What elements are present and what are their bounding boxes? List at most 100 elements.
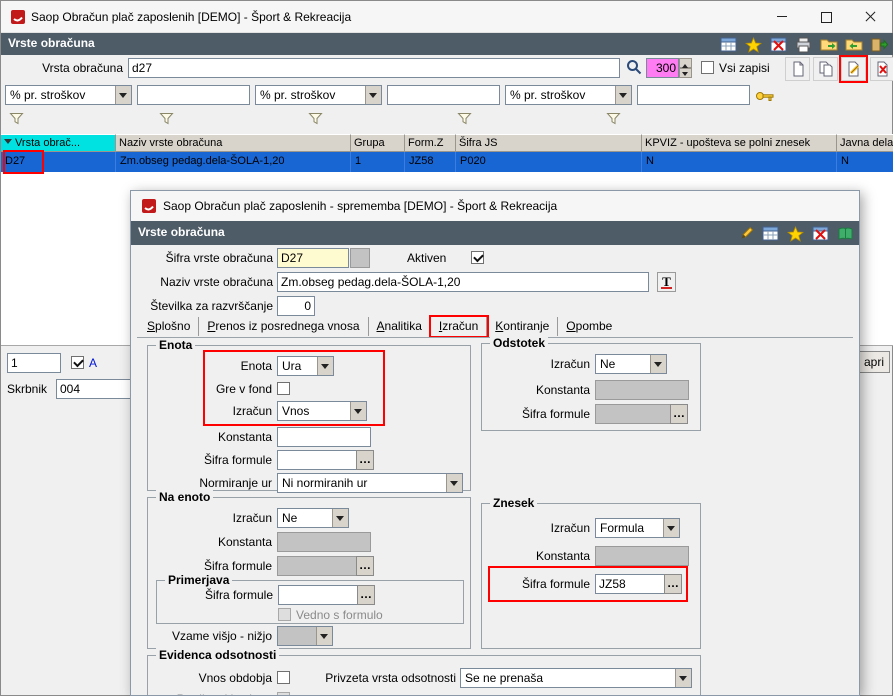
privzeta-label: Privzeta vrsta odsotnosti (325, 671, 456, 685)
chevron-down-icon[interactable] (446, 474, 462, 492)
printer-icon[interactable] (794, 35, 813, 54)
search-input[interactable] (128, 58, 620, 78)
odstotek-izracun-select[interactable]: Ne (595, 354, 667, 374)
na-enoto-izracun-select[interactable]: Ne (277, 508, 349, 528)
vedno-s-formulo-checkbox (278, 608, 291, 621)
chevron-down-icon[interactable] (675, 669, 691, 687)
edit-record-button[interactable] (841, 57, 866, 81)
exit-icon[interactable] (869, 35, 888, 54)
active-filter-checkbox[interactable] (71, 356, 84, 369)
column-header-kpviz[interactable]: KPVIZ - upošteva se polni znesek (642, 134, 837, 152)
filter-field-select-2[interactable]: % pr. stroškov (255, 85, 382, 105)
filter-funnel-icon[interactable] (308, 111, 323, 131)
column-header-javna-dela[interactable]: Javna dela (837, 134, 893, 152)
column-header-naziv[interactable]: Naziv vrste obračuna (116, 134, 351, 152)
filter-value-input-1[interactable] (137, 85, 250, 105)
owner-input[interactable] (56, 379, 134, 399)
privzeta-select[interactable]: Se ne prenaša (460, 668, 692, 688)
filter-funnel-icon[interactable] (9, 111, 24, 131)
chevron-down-icon[interactable] (615, 86, 631, 104)
primerjava-formula-input[interactable] (278, 585, 358, 605)
enota-konstanta-input[interactable] (277, 427, 371, 447)
na-enoto-formula-browse-button[interactable]: … (356, 556, 374, 576)
filter-field-select-1[interactable]: % pr. stroškov (5, 85, 132, 105)
chevron-down-icon[interactable] (115, 86, 131, 104)
name-input[interactable] (277, 272, 649, 292)
predlagaj-label: Predlagaj iz plana (156, 689, 272, 695)
enota-izracun-select[interactable]: Vnos (277, 401, 367, 421)
primerjava-formula-label: Šifra formule (204, 588, 273, 602)
spin-up-icon[interactable] (679, 58, 692, 68)
font-underline-icon (661, 287, 672, 289)
enota-formula-browse-button[interactable]: … (356, 450, 374, 470)
star-icon[interactable] (786, 224, 805, 243)
record-count-input[interactable] (7, 353, 61, 373)
chevron-down-icon[interactable] (650, 355, 666, 373)
code-input[interactable] (277, 248, 349, 268)
column-header-vrsta[interactable]: Vrsta obrač... (1, 134, 116, 152)
vnos-obdobja-label: Vnos obdobja (198, 671, 272, 685)
tab-splosno[interactable]: Splošno (139, 317, 200, 336)
tab-izracun[interactable]: Izračun (431, 317, 488, 336)
window-controls (760, 1, 892, 31)
folder-send-icon[interactable] (844, 35, 863, 54)
column-header-sifrajs[interactable]: Šifra JS (456, 134, 642, 152)
enota-formula-input[interactable] (277, 450, 357, 470)
filter-funnel-icon[interactable] (457, 111, 472, 131)
key-icon[interactable] (755, 89, 776, 108)
filter-field-select-3[interactable]: % pr. stroškov (505, 85, 632, 105)
edit-pencil-icon[interactable] (736, 224, 755, 243)
normiranje-select[interactable]: Ni normiranih ur (277, 473, 463, 493)
search-icon[interactable] (625, 58, 643, 81)
sort-descending-icon (4, 138, 12, 148)
all-records-checkbox[interactable] (701, 61, 714, 74)
font-button[interactable]: T (657, 272, 676, 292)
record-limit-spinner[interactable] (679, 58, 692, 78)
znesek-formula-browse-button[interactable]: … (664, 574, 682, 594)
znesek-izracun-select[interactable]: Formula (595, 518, 680, 538)
column-header-grupa[interactable]: Grupa (351, 134, 405, 152)
chevron-down-icon[interactable] (350, 402, 366, 420)
minimize-button[interactable] (760, 1, 804, 31)
grid-icon[interactable] (761, 224, 780, 243)
predlagaj-checkbox (277, 692, 290, 695)
tab-opombe[interactable]: Opombe (558, 317, 620, 336)
cell-naziv: Zm.obseg pedag.dela-ŠOLA-1,20 (116, 152, 351, 172)
tab-prenos-iz-posrednega-vnosa[interactable]: Prenos iz posrednega vnosa (199, 317, 369, 336)
chevron-down-icon[interactable] (663, 519, 679, 537)
filter-funnel-icon[interactable] (159, 111, 174, 131)
znesek-konstanta-input (595, 546, 689, 566)
tab-kontiranje[interactable]: Kontiranje (487, 317, 559, 336)
vnos-obdobja-checkbox[interactable] (277, 671, 290, 684)
close-button[interactable] (848, 1, 892, 31)
spin-down-icon[interactable] (679, 68, 692, 78)
duplicate-record-button[interactable] (813, 57, 838, 81)
table-row[interactable]: D27 Zm.obseg pedag.dela-ŠOLA-1,20 1 JZ58… (1, 152, 893, 172)
grid-delete-icon[interactable] (811, 224, 830, 243)
filter-value-input-3[interactable] (637, 85, 750, 105)
delete-record-button[interactable] (870, 57, 893, 81)
aktiven-checkbox[interactable] (471, 251, 484, 264)
cell-sifrajs: P020 (456, 152, 642, 172)
maximize-button[interactable] (804, 1, 848, 31)
chevron-down-icon[interactable] (332, 509, 348, 527)
znesek-formula-input[interactable] (595, 574, 665, 594)
odstotek-formula-browse-button[interactable]: … (670, 404, 688, 424)
grid-icon[interactable] (719, 35, 738, 54)
book-icon[interactable] (836, 224, 855, 243)
primerjava-formula-browse-button[interactable]: … (357, 585, 375, 605)
record-limit-input[interactable] (646, 58, 679, 78)
gre-v-fond-checkbox[interactable] (277, 382, 290, 395)
sort-order-input[interactable] (277, 296, 315, 316)
grid-delete-icon[interactable] (769, 35, 788, 54)
chevron-down-icon[interactable] (365, 86, 381, 104)
folder-open-icon[interactable] (819, 35, 838, 54)
tab-analitika[interactable]: Analitika (369, 317, 431, 336)
filter-value-input-2[interactable] (387, 85, 500, 105)
enota-select[interactable]: Ura (277, 356, 334, 376)
column-header-formz[interactable]: Form.Z (405, 134, 456, 152)
star-icon[interactable] (744, 35, 763, 54)
new-record-button[interactable] (785, 57, 810, 81)
chevron-down-icon[interactable] (317, 357, 333, 375)
filter-funnel-icon[interactable] (606, 111, 621, 131)
